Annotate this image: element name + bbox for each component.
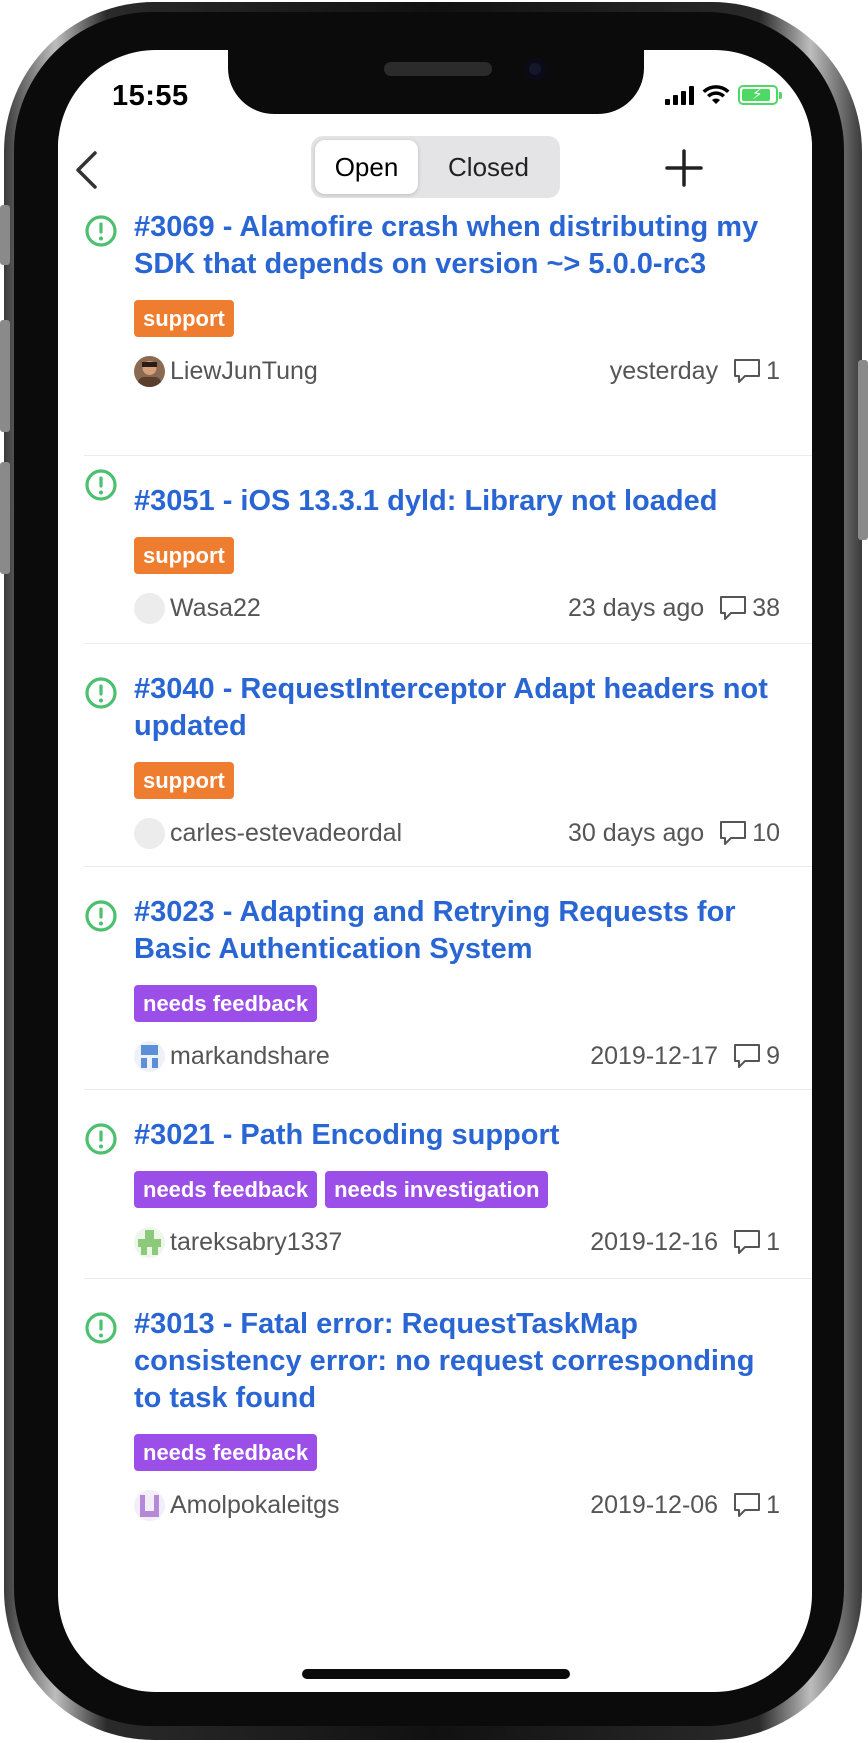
- label-badge[interactable]: needs investigation: [325, 1171, 549, 1208]
- label-badge[interactable]: support: [134, 537, 234, 574]
- issue-title[interactable]: #3069 - Alamofire crash when distributin…: [134, 209, 780, 283]
- status-time: 15:55: [112, 80, 189, 112]
- comment-bubble-icon: [720, 596, 747, 620]
- issue-meta: carles-estevadeordal 30 days ago 10: [134, 815, 780, 851]
- issue-date: 2019-12-16: [590, 1227, 719, 1256]
- open-issue-icon: [85, 215, 117, 247]
- issue-labels: support: [134, 762, 780, 799]
- issue-labels: needs feedback: [134, 985, 780, 1022]
- issue-title[interactable]: #3040 - RequestInterceptor Adapt headers…: [134, 671, 780, 745]
- front-camera: [524, 58, 546, 80]
- issue-row[interactable]: #3021 - Path Encoding support needs feed…: [84, 1090, 812, 1279]
- comment-count: 1: [732, 1491, 780, 1520]
- open-closed-segmented-control: Open Closed: [311, 136, 560, 198]
- issue-title[interactable]: #3023 - Adapting and Retrying Requests f…: [134, 894, 780, 968]
- issue-author[interactable]: markandshare: [170, 1042, 590, 1071]
- home-indicator: [302, 1669, 570, 1679]
- new-issue-button[interactable]: [662, 146, 706, 190]
- label-badge[interactable]: support: [134, 762, 234, 799]
- comment-bubble-icon: [734, 359, 761, 383]
- speaker-grille: [384, 62, 492, 76]
- issue-date: 2019-12-06: [590, 1490, 719, 1519]
- open-issue-icon: [85, 469, 117, 501]
- open-issue-icon: [85, 1312, 117, 1344]
- open-issue-icon: [85, 900, 117, 932]
- issue-author[interactable]: Wasa22: [170, 594, 568, 623]
- issue-labels: needs feedback needs investigation: [134, 1171, 780, 1208]
- status-icons: ⚡: [665, 84, 782, 106]
- mute-switch: [0, 205, 10, 265]
- wifi-icon: [702, 85, 730, 104]
- avatar: [134, 1226, 165, 1258]
- issue-list: #3069 - Alamofire crash when distributin…: [58, 202, 812, 1539]
- issue-labels: needs feedback: [134, 1434, 780, 1471]
- avatar: [134, 817, 165, 849]
- label-badge[interactable]: support: [134, 300, 234, 337]
- avatar: [134, 592, 165, 624]
- issue-author[interactable]: Amolpokaleitgs: [170, 1491, 590, 1520]
- comment-count-value: 1: [766, 356, 780, 385]
- comment-count: 1: [732, 357, 780, 386]
- comment-count: 10: [718, 819, 780, 848]
- issue-labels: support: [134, 537, 780, 574]
- issue-author[interactable]: LiewJunTung: [170, 357, 610, 386]
- avatar: [134, 1489, 165, 1521]
- plus-icon: [665, 149, 703, 187]
- issue-meta: LiewJunTung yesterday 1: [134, 353, 780, 389]
- comment-count-value: 38: [752, 593, 780, 622]
- issue-row[interactable]: #3051 - iOS 13.3.1 dyld: Library not loa…: [84, 456, 812, 644]
- comment-bubble-icon: [734, 1044, 761, 1068]
- volume-down-button: [0, 462, 10, 574]
- navigation-bar: Open Closed: [58, 136, 812, 202]
- avatar: [134, 355, 165, 387]
- signal-icon: [665, 85, 694, 105]
- comment-bubble-icon: [734, 1230, 761, 1254]
- back-button[interactable]: [66, 146, 106, 194]
- issue-meta: markandshare 2019-12-17 9: [134, 1038, 780, 1074]
- issue-author[interactable]: tareksabry1337: [170, 1228, 590, 1257]
- issue-date: 23 days ago: [567, 593, 705, 622]
- battery-charging-icon: ⚡: [738, 85, 782, 105]
- comment-count: 1: [732, 1228, 780, 1257]
- comment-count-value: 1: [766, 1490, 780, 1519]
- issue-date: 30 days ago: [567, 818, 705, 847]
- label-badge[interactable]: needs feedback: [134, 1434, 318, 1471]
- label-badge[interactable]: needs feedback: [134, 1171, 318, 1208]
- issue-title[interactable]: #3013 - Fatal error: RequestTaskMap cons…: [134, 1306, 780, 1417]
- comment-bubble-icon: [734, 1493, 761, 1517]
- issue-author[interactable]: carles-estevadeordal: [170, 819, 568, 848]
- issue-date: yesterday: [609, 356, 719, 385]
- issue-meta: tareksabry1337 2019-12-16 1: [134, 1224, 780, 1260]
- comment-bubble-icon: [720, 821, 747, 845]
- issue-date: 2019-12-17: [590, 1041, 719, 1070]
- segment-closed[interactable]: Closed: [421, 140, 556, 194]
- issue-row[interactable]: #3069 - Alamofire crash when distributin…: [84, 202, 812, 456]
- comment-count-value: 1: [766, 1227, 780, 1256]
- avatar: [134, 1040, 165, 1072]
- chevron-left-icon: [76, 151, 97, 189]
- comment-count: 38: [718, 594, 780, 623]
- issue-labels: support: [134, 300, 780, 337]
- issue-row[interactable]: #3040 - RequestInterceptor Adapt headers…: [84, 644, 812, 867]
- screen: 15:55 ⚡ Open Closed #3069 - Alamofire cr…: [58, 50, 812, 1692]
- issue-title[interactable]: #3021 - Path Encoding support: [134, 1117, 780, 1154]
- volume-up-button: [0, 320, 10, 432]
- issue-row[interactable]: #3023 - Adapting and Retrying Requests f…: [84, 867, 812, 1090]
- notch: [228, 50, 644, 114]
- segment-open[interactable]: Open: [315, 140, 418, 194]
- open-issue-icon: [85, 1123, 117, 1155]
- issue-row[interactable]: #3013 - Fatal error: RequestTaskMap cons…: [84, 1279, 812, 1539]
- comment-count-value: 10: [752, 818, 780, 847]
- comment-count-value: 9: [766, 1041, 780, 1070]
- open-issue-icon: [85, 677, 117, 709]
- power-button: [858, 360, 868, 540]
- comment-count: 9: [732, 1042, 780, 1071]
- issue-meta: Wasa22 23 days ago 38: [134, 590, 780, 626]
- issue-title[interactable]: #3051 - iOS 13.3.1 dyld: Library not loa…: [134, 483, 780, 520]
- issue-meta: Amolpokaleitgs 2019-12-06 1: [134, 1487, 780, 1523]
- label-badge[interactable]: needs feedback: [134, 985, 318, 1022]
